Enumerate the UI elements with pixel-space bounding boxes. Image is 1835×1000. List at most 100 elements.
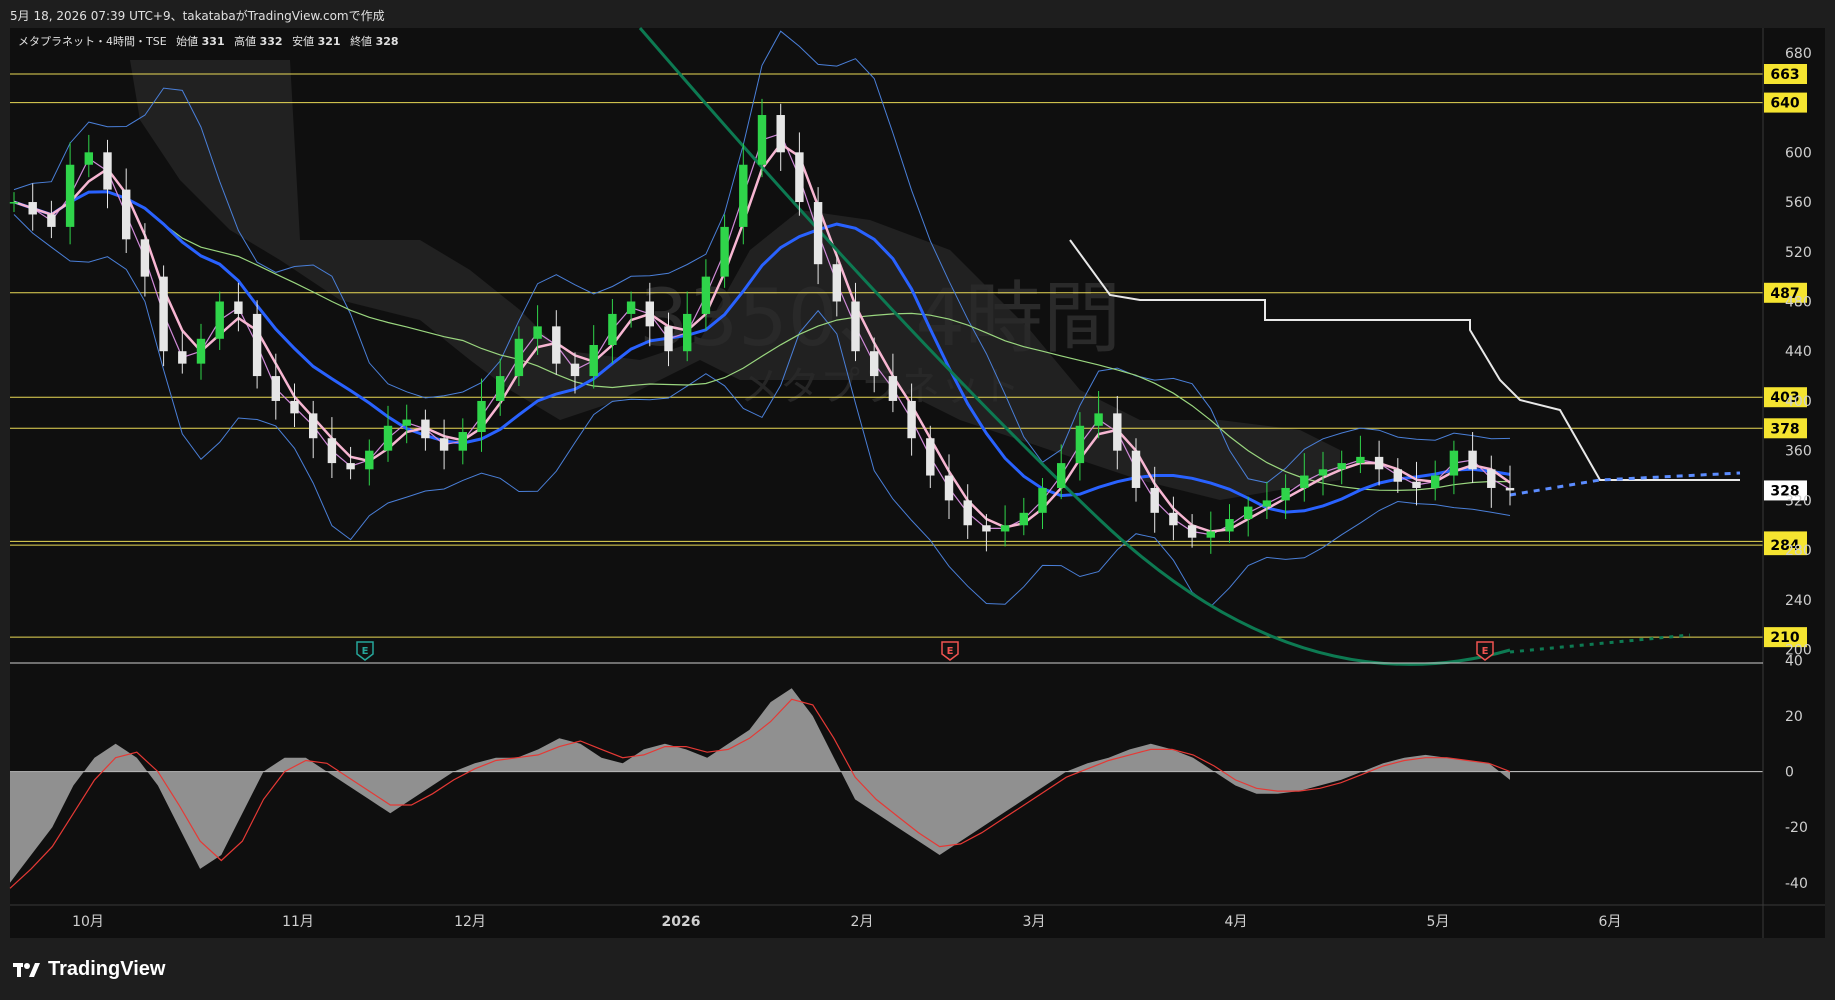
candle-body[interactable] (682, 313, 692, 352)
candle-body[interactable] (290, 400, 299, 414)
candle-body[interactable] (626, 301, 636, 314)
candle-body[interactable] (907, 400, 916, 439)
candle-body[interactable] (1430, 475, 1440, 488)
candle-body[interactable] (832, 264, 842, 302)
time-tick-label: 3月 (1023, 914, 1046, 930)
candle-body[interactable] (421, 419, 430, 439)
candle-body[interactable] (28, 202, 37, 215)
candle-body[interactable] (813, 202, 823, 265)
osc-tick-label: 0 (1785, 765, 1794, 781)
candle-body[interactable] (1449, 450, 1459, 476)
candle-body[interactable] (1412, 481, 1421, 488)
candle-body[interactable] (570, 363, 580, 377)
legend-open: 331 (202, 35, 225, 48)
candle-body[interactable] (215, 301, 224, 339)
legend-close-label: 終値 (350, 34, 372, 48)
candle-body[interactable] (84, 152, 94, 165)
candle-body[interactable] (271, 376, 281, 401)
candle-body[interactable] (1056, 463, 1066, 488)
candle-body[interactable] (9, 202, 19, 204)
candle-body[interactable] (1113, 413, 1122, 451)
candle-body[interactable] (720, 226, 729, 277)
candle-body[interactable] (477, 400, 486, 433)
candle-body[interactable] (739, 164, 748, 227)
candle-body[interactable] (1225, 519, 1234, 532)
candle-body[interactable] (196, 338, 206, 364)
candle-body[interactable] (1374, 456, 1384, 470)
candle-body[interactable] (439, 438, 449, 451)
earnings-e-icon[interactable]: E (941, 641, 959, 661)
footer (0, 945, 1835, 1000)
time-tick-label: 11月 (282, 914, 314, 930)
candle-body[interactable] (664, 326, 673, 352)
candle-body[interactable] (1337, 463, 1346, 470)
candle-body[interactable] (1262, 500, 1272, 507)
candle-body[interactable] (1075, 425, 1085, 464)
price-tick-label: 440 (1785, 344, 1812, 360)
candle-body[interactable] (1281, 487, 1290, 501)
candle-body[interactable] (1187, 525, 1197, 538)
price-tick-label: 680 (1785, 46, 1812, 62)
earnings-marker-label: E (947, 646, 954, 657)
candle-body[interactable] (458, 432, 468, 451)
price-chart[interactable]: 3350、4時間 メタプラネット 66364048740337828728421… (0, 0, 1835, 1000)
candle-body[interactable] (1393, 469, 1403, 482)
candle-body[interactable] (234, 301, 243, 314)
candle-body[interactable] (178, 351, 187, 364)
candle-body[interactable] (47, 214, 56, 227)
candle-body[interactable] (926, 438, 935, 476)
candle-body[interactable] (851, 301, 860, 352)
candle-body[interactable] (1300, 475, 1309, 488)
candle-body[interactable] (645, 301, 655, 327)
time-tick-label: 2月 (851, 914, 874, 930)
candle-body[interactable] (121, 189, 131, 240)
earnings-e-icon[interactable]: E (356, 641, 374, 661)
candle-body[interactable] (1505, 487, 1515, 491)
candle-body[interactable] (365, 450, 374, 470)
candle-body[interactable] (552, 326, 561, 364)
candle-body[interactable] (1094, 413, 1103, 426)
candle-body[interactable] (1131, 450, 1141, 488)
candle-body[interactable] (1038, 487, 1047, 513)
candle-body[interactable] (589, 345, 598, 377)
candle-body[interactable] (252, 313, 262, 377)
candle-body[interactable] (1019, 512, 1029, 526)
candle-body[interactable] (346, 463, 355, 470)
candle-body[interactable] (533, 326, 542, 339)
candle-body[interactable] (103, 152, 112, 190)
candle-body[interactable] (1318, 469, 1328, 476)
candle-body[interactable] (701, 276, 711, 314)
candle-body[interactable] (327, 438, 337, 464)
candle-body[interactable] (869, 351, 879, 377)
candle-body[interactable] (495, 376, 505, 401)
candle-body[interactable] (1243, 506, 1253, 520)
candle-body[interactable] (402, 419, 411, 426)
candle-body[interactable] (608, 313, 617, 345)
candle-body[interactable] (982, 525, 991, 532)
candle-body[interactable] (1169, 512, 1178, 526)
candle-body[interactable] (308, 413, 318, 439)
candle-body[interactable] (514, 338, 524, 377)
osc-tick-label: -20 (1785, 820, 1808, 836)
candle-body[interactable] (944, 475, 954, 501)
svg-text:メタプラネット・4時間・TSE 始値: メタプラネット・4時間・TSE 始値 331 高値 332 安値 321 終値 … (18, 34, 399, 48)
candle-body[interactable] (888, 376, 898, 401)
candle-body[interactable] (1487, 469, 1496, 488)
candle-body[interactable] (795, 152, 804, 203)
candle-body[interactable] (1356, 456, 1365, 464)
legend-high: 332 (260, 35, 283, 48)
candle-body[interactable] (383, 425, 393, 451)
time-tick-label: 12月 (454, 914, 486, 930)
candle-body[interactable] (1468, 450, 1477, 470)
price-level-label: 378 (1770, 421, 1799, 437)
candle-body[interactable] (1000, 525, 1010, 532)
candle-body[interactable] (65, 164, 75, 227)
candle-body[interactable] (1150, 487, 1159, 513)
tradingview-logo[interactable]: TradingView (12, 958, 165, 981)
candle-body[interactable] (776, 115, 785, 153)
candle-body[interactable] (1206, 531, 1216, 538)
candle-body[interactable] (140, 239, 150, 277)
candle-body[interactable] (963, 500, 972, 526)
candle-body[interactable] (757, 115, 767, 165)
candle-body[interactable] (159, 276, 168, 352)
